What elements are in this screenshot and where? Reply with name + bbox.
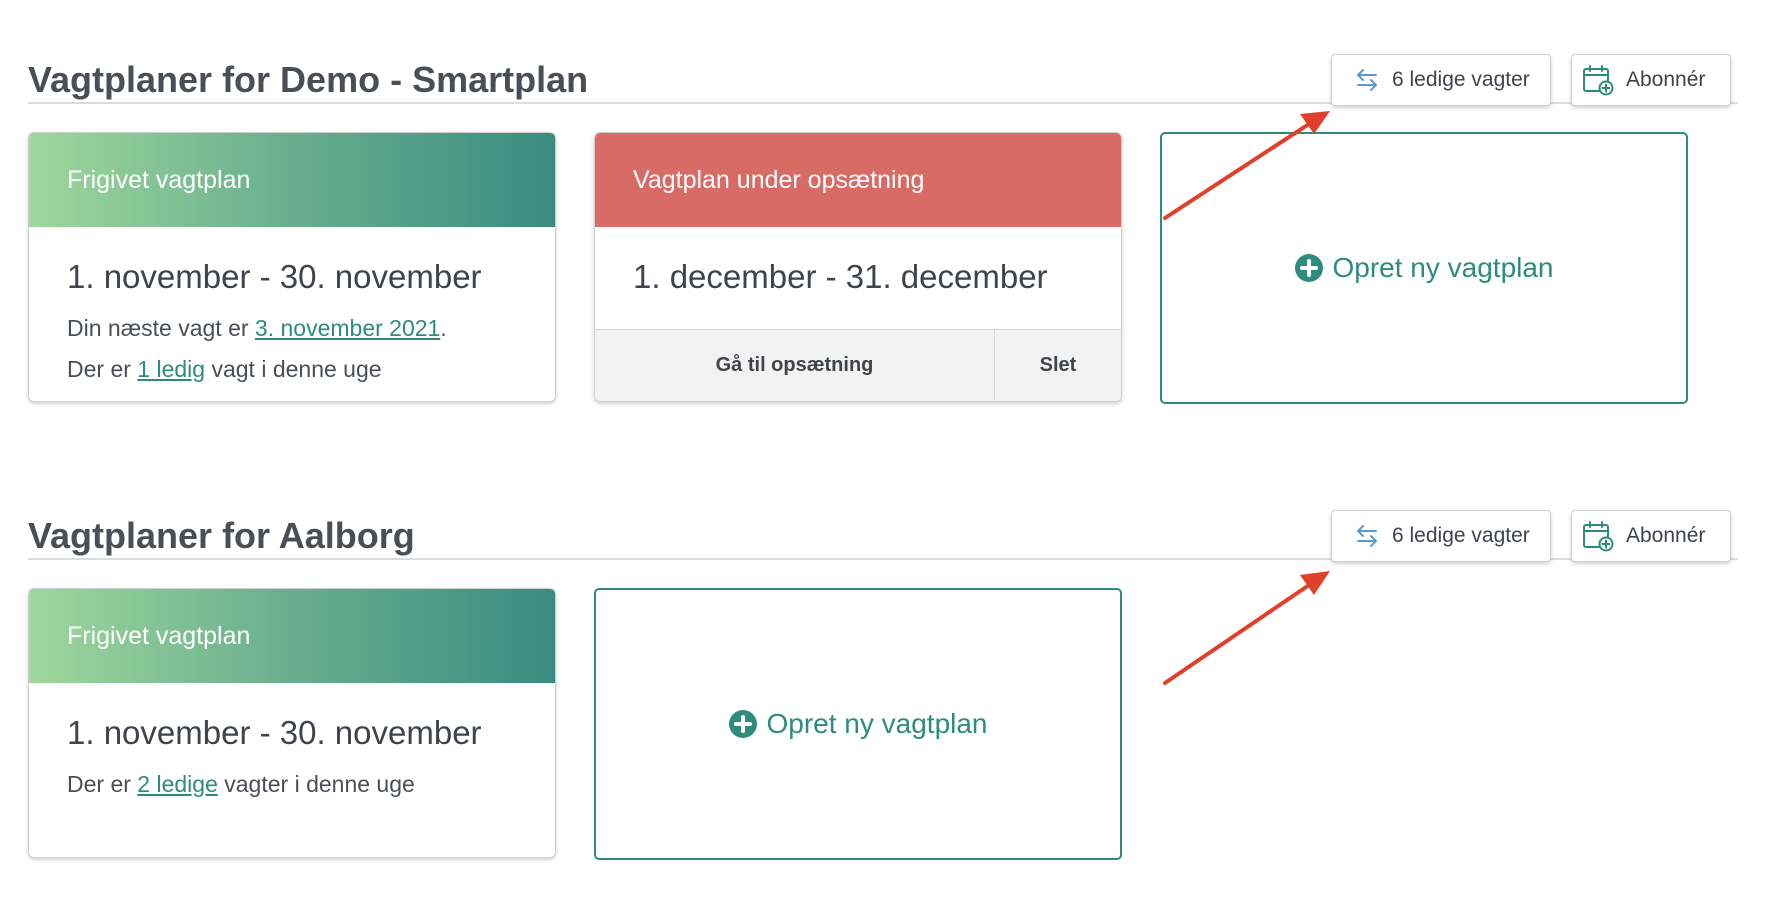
free-shifts-label: 6 ledige vagter	[1392, 524, 1530, 547]
section-demo-smartplan: Vagtplaner for Demo - Smartplan 6 ledige…	[28, 14, 1738, 412]
free-shifts-link[interactable]: 1 ledig	[137, 356, 205, 382]
swap-arrows-icon	[1354, 67, 1380, 93]
swap-arrows-icon	[1354, 523, 1380, 549]
free-shifts-label: 6 ledige vagter	[1392, 68, 1530, 91]
card-period: 1. december - 31. december	[633, 258, 1048, 295]
subscribe-button[interactable]: Abonnér	[1571, 510, 1731, 562]
released-schedule-card[interactable]: Frigivet vagtplan 1. november - 30. nove…	[28, 588, 556, 858]
card-status: Frigivet vagtplan	[29, 133, 555, 227]
card-actions: Gå til opsætning Slet	[595, 329, 1121, 401]
card-status: Frigivet vagtplan	[29, 589, 555, 683]
go-to-setup-button[interactable]: Gå til opsætning	[595, 330, 995, 401]
section-aalborg: Vagtplaner for Aalborg 6 ledige vagter A…	[28, 470, 1738, 868]
next-shift-link[interactable]: 3. november 2021	[255, 315, 440, 341]
create-schedule-label: Opret ny vagtplan	[1332, 252, 1554, 283]
card-status: Vagtplan under opsætning	[595, 133, 1121, 227]
create-schedule-button[interactable]: Opret ny vagtplan	[594, 588, 1122, 860]
schedule-cards: Frigivet vagtplan 1. november - 30. nove…	[28, 588, 1738, 868]
free-shifts-button[interactable]: 6 ledige vagter	[1331, 510, 1551, 562]
plus-circle-icon	[729, 710, 758, 738]
next-shift-text: Din næste vagt er 3. november 2021.	[67, 315, 447, 341]
calendar-add-icon	[1582, 64, 1614, 96]
week-free-text: Der er 2 ledige vagter i denne uge	[67, 771, 415, 797]
subscribe-label: Abonnér	[1626, 68, 1706, 91]
week-free-text: Der er 1 ledig vagt i denne uge	[67, 356, 382, 382]
draft-schedule-card: Vagtplan under opsætning 1. december - 3…	[594, 132, 1122, 402]
schedule-cards: Frigivet vagtplan 1. november - 30. nove…	[28, 132, 1738, 412]
section-header: Vagtplaner for Aalborg 6 ledige vagter A…	[28, 470, 1738, 562]
section-header: Vagtplaner for Demo - Smartplan 6 ledige…	[28, 14, 1738, 106]
create-schedule-label: Opret ny vagtplan	[766, 708, 988, 739]
plus-circle-icon	[1295, 254, 1324, 282]
released-schedule-card[interactable]: Frigivet vagtplan 1. november - 30. nove…	[28, 132, 556, 402]
free-shifts-button[interactable]: 6 ledige vagter	[1331, 54, 1551, 106]
subscribe-label: Abonnér	[1626, 524, 1706, 547]
section-title: Vagtplaner for Demo - Smartplan	[28, 59, 589, 100]
card-period: 1. november - 30. november	[67, 714, 482, 751]
calendar-add-icon	[1582, 520, 1614, 552]
subscribe-button[interactable]: Abonnér	[1571, 54, 1731, 106]
free-shifts-link[interactable]: 2 ledige	[137, 771, 218, 797]
section-title: Vagtplaner for Aalborg	[28, 515, 415, 556]
create-schedule-button[interactable]: Opret ny vagtplan	[1160, 132, 1688, 404]
card-period: 1. november - 30. november	[67, 258, 482, 295]
delete-button[interactable]: Slet	[995, 330, 1121, 401]
